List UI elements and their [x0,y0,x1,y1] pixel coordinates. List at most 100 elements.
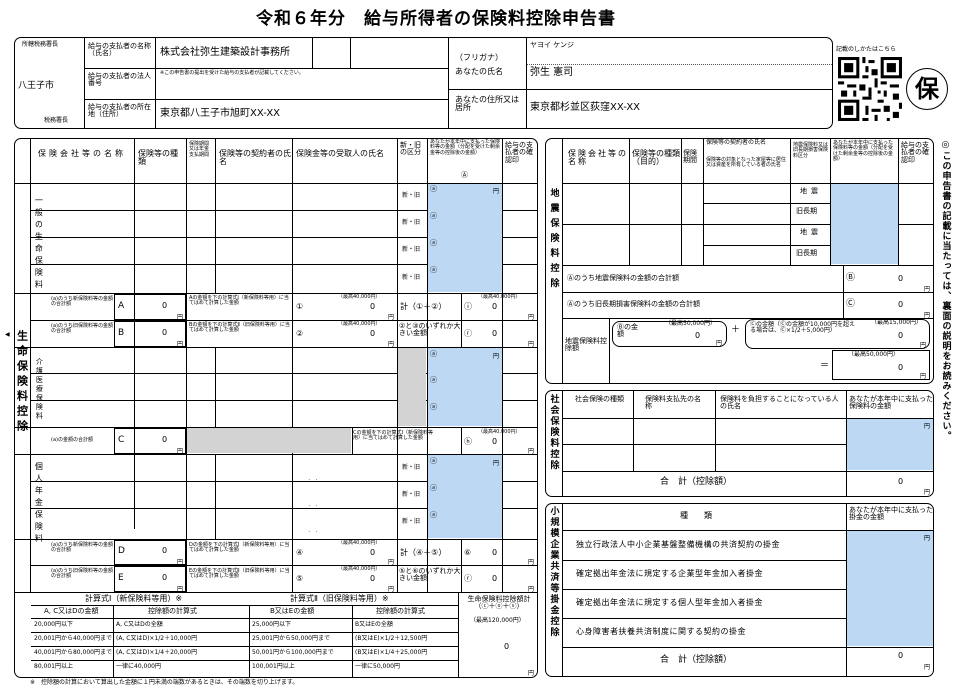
letter-d: D [118,546,125,556]
eq-col-paid: あなたが本年中に支払った保険料等の金額（分配を受けた剰余金等の控除後の金額） [833,140,894,162]
payer-name[interactable]: 株式会社弥生建築設計事務所 [160,47,290,59]
care-new-old-grey [398,348,426,426]
eq-b-amount-label: Ⓑの金額 [617,323,638,339]
small-col-kind: 種 類 [680,511,712,520]
life-total-value[interactable]: 0 [504,642,509,651]
pension-paid-cells[interactable] [428,455,502,538]
life-col-new-old: 新・旧の区分 [400,141,421,157]
circle-5: ⑤ [296,574,304,583]
new-old-2[interactable]: 新・旧 [402,219,420,226]
eq-b-amount-value[interactable]: 0 [695,331,700,340]
value-b[interactable]: 0 [162,328,167,337]
care-paid-cells[interactable] [428,348,502,426]
new-old-7[interactable]: 新・旧 [402,518,420,525]
value-c[interactable]: 0 [162,435,167,444]
your-name[interactable]: 弥生 憲司 [530,67,573,79]
sum-b-label: (a)のうち旧保険料等の金額の合計額 [51,323,113,335]
sum-a-label: (a)のうち新保険料等の金額の合計額 [51,296,113,308]
value-e[interactable]: 0 [162,573,167,582]
your-name-kana[interactable]: ヤヨイ ケンジ [530,41,574,49]
eq-c-formula-value[interactable]: 0 [898,331,903,340]
calc-2-label: Bの金額を下の計算式Ⅱ（旧保険料等用）に当てはめて計算した金額 [189,322,290,334]
earthquake-paid-cells[interactable] [831,184,898,264]
your-name-label: あなたの氏名 [455,67,503,76]
social-col-payee: 保険料支払先の名称 [645,395,701,411]
eq-type-old-1[interactable]: 旧長期 [796,207,817,215]
eq-value-c[interactable]: 0 [898,300,903,309]
life-section-label: 生命保険料控除 [15,330,29,435]
value-d[interactable]: 0 [162,546,167,555]
side-instruction-note: ◎この申告書の記載に当たっては、裏面の説明をお読みください。 [940,140,951,441]
mark-a: ⓐ [430,457,437,465]
sum-c-label: (a)の金額の合計額 [51,437,93,443]
value-2[interactable]: 0 [370,329,375,338]
eq-value-b[interactable]: 0 [898,274,903,283]
payer-address[interactable]: 東京都八王子市旭町XX-XX [160,108,280,120]
eq-type-old-2[interactable]: 旧長期 [796,249,817,257]
eq-col-company: 保険会社等の名称 [568,149,628,167]
calc-3-label: Cの金額を下の計算式Ⅰ（新保険料等用）に当てはめて計算した金額 [353,430,433,442]
eq-total-value[interactable]: 0 [898,363,903,372]
life-col-payer: 給与の支払者の確認印 [505,141,533,164]
new-old-4[interactable]: 新・旧 [402,274,420,281]
value-ho[interactable]: 0 [492,574,497,583]
eq-deduction-label: 地震保険料控除額 [565,337,607,353]
sum-1-2: 計（①＋②） [400,302,447,311]
small-total-value[interactable]: 0 [898,651,903,660]
circle-6: ⑥ [464,548,472,557]
eq-col-type: 地震保険料又は旧長期損害保険料区分 [793,142,829,159]
new-old-6[interactable]: 新・旧 [402,491,420,498]
letter-a: A [118,301,125,311]
eq-col-period: 保険期間 [683,149,697,165]
value-5[interactable]: 0 [370,574,375,583]
your-address-label: あなたの住所又は居所 [455,95,519,113]
small-paid-cells[interactable] [847,531,933,646]
eq-col-target: 保険等の対象となった家屋等に居住又は資産を所有している者の氏名 [706,157,786,169]
value-i[interactable]: 0 [492,302,497,311]
life-col-contractor: 保険等の契約者の氏名 [219,149,291,167]
eq-type-quake-2[interactable]: 地震 [800,228,822,236]
social-total-value[interactable]: 0 [898,477,903,486]
pension-date: ． ． [308,502,321,508]
life-col-recipient: 保険金等の受取人の氏名 [296,149,384,158]
life-total-label: 生命保険料控除額計（ⓒ＋ⓞ＋ⓢ） [467,595,531,611]
calc-4-label: Dの金額を下の計算式Ⅰ（新保険料等用）に当てはめて計算した金額 [189,542,290,554]
general-paid-cells[interactable] [428,184,502,292]
letter-b: B [118,328,125,338]
value-4[interactable]: 0 [370,548,375,557]
care-medical-label: 介護医療保険料 [35,358,44,421]
earthquake-label: 地震保険料控除 [548,188,559,293]
new-old-1[interactable]: 新・旧 [402,192,420,199]
eq-col-payer: 給与の支払者の確認印 [901,141,929,164]
social-total-label: 合 計（控除額） [660,477,733,487]
sum-4-5: 計（④＋⑤） [400,548,447,557]
formula-col-2: 控除額の計算式 [148,607,197,615]
payer-name-label: 給与の支払者の名称（氏名） [88,42,151,58]
social-paid-cells[interactable] [847,419,933,470]
form-title: 令和６年分 給与所得者の保険料控除申告書 [256,9,616,29]
new-old-3[interactable]: 新・旧 [402,246,420,253]
formula-2-heading: 計算式Ⅱ（旧保険料等用）※ [290,594,389,603]
small-col-paid: あなたが本年中に支払った掛金の金額 [849,506,933,522]
eq-col-kind: 保険等の種類（目的） [632,149,680,167]
value-ro[interactable]: 0 [492,329,497,338]
calc-1-label: Aの金額を下の計算式Ⅰ（新保険料等用）に当てはめて計算した金額 [189,295,289,307]
qr-code-icon[interactable] [838,57,902,121]
eq-type-quake-1[interactable]: 地震 [800,187,822,195]
value-a[interactable]: 0 [162,301,167,310]
payer-number-label: 給与の支払者の法人番号 [88,72,151,88]
your-address[interactable]: 東京都杉並区荻窪XX-XX [530,102,640,114]
mark-a: ⓐ [430,376,437,384]
pension-date: ． ． [308,476,321,482]
value-ha[interactable]: 0 [492,437,497,446]
value-ni[interactable]: 0 [492,548,497,557]
value-1[interactable]: 0 [370,302,375,311]
pension-date: ． ． [308,528,321,534]
small-item-1: 独立行政法人中小企業基盤整備機構の共済契約の掛金 [576,540,780,549]
circle-ha: ⓗ [464,437,472,446]
circle-ro: ⓡ [464,329,472,338]
circle-ro2: ⓡ [464,574,472,583]
sum-e-label: (a)のうち旧保険料等の金額の合計額 [51,568,113,580]
new-old-5[interactable]: 新・旧 [402,464,420,471]
life-col-kind: 保険等の種類 [138,149,178,167]
